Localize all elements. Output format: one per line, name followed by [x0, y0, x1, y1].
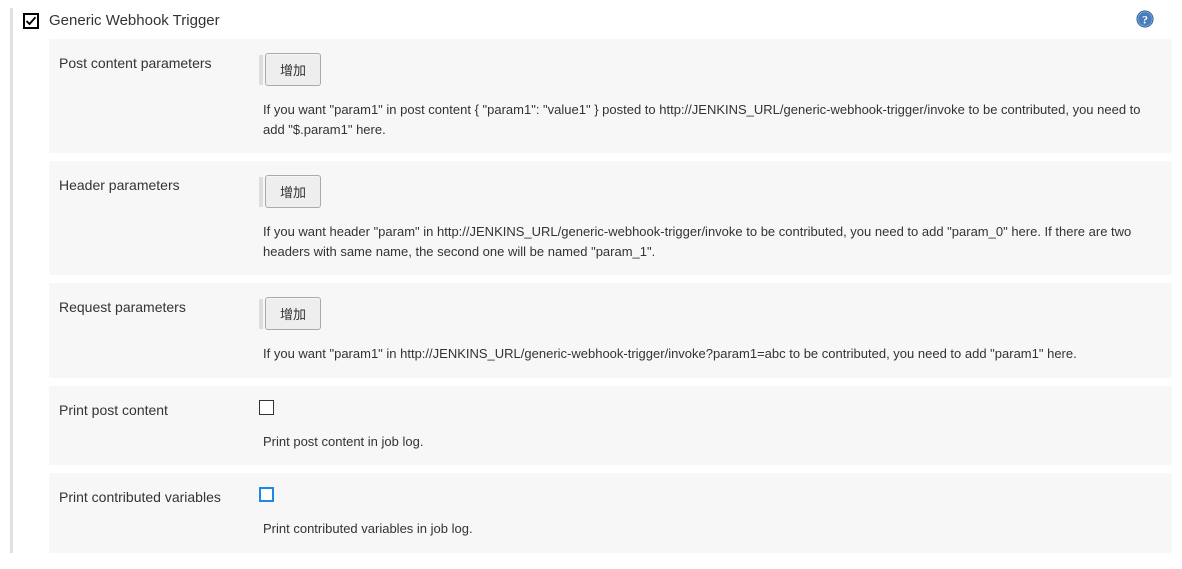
header-param-label: Header parameters [59, 175, 259, 193]
print-post-description: Print post content in job log. [49, 422, 1172, 464]
request-param-description: If you want "param1" in http://JENKINS_U… [49, 334, 1172, 376]
generic-webhook-trigger-section: Generic Webhook Trigger ? Post content p… [10, 8, 1172, 553]
print-vars-checkbox[interactable] [259, 487, 274, 502]
button-handle [259, 299, 263, 329]
print-vars-label: Print contributed variables [59, 487, 259, 505]
print-post-block: Print post content Print post content in… [49, 386, 1172, 466]
post-content-param-block: Post content parameters 增加 If you want "… [49, 39, 1172, 153]
add-request-param-button[interactable]: 增加 [265, 297, 321, 330]
print-vars-block: Print contributed variables Print contri… [49, 473, 1172, 553]
plugin-title: Generic Webhook Trigger [49, 12, 220, 29]
header-param-block: Header parameters 增加 If you want header … [49, 161, 1172, 275]
button-handle [259, 177, 263, 207]
post-content-description: If you want "param1" in post content { "… [49, 90, 1172, 151]
plugin-enable-checkbox[interactable] [23, 13, 39, 29]
add-header-param-button[interactable]: 增加 [265, 175, 321, 208]
plugin-header: Generic Webhook Trigger ? [19, 8, 1172, 39]
request-param-block: Request parameters 增加 If you want "param… [49, 283, 1172, 378]
header-param-description: If you want header "param" in http://JEN… [49, 212, 1172, 273]
print-post-label: Print post content [59, 400, 259, 418]
add-post-content-button[interactable]: 增加 [265, 53, 321, 86]
print-post-checkbox[interactable] [259, 400, 274, 415]
help-icon[interactable]: ? [1136, 10, 1154, 28]
request-param-label: Request parameters [59, 297, 259, 315]
button-handle [259, 55, 263, 85]
svg-text:?: ? [1142, 14, 1148, 27]
post-content-label: Post content parameters [59, 53, 259, 71]
print-vars-description: Print contributed variables in job log. [49, 509, 1172, 551]
